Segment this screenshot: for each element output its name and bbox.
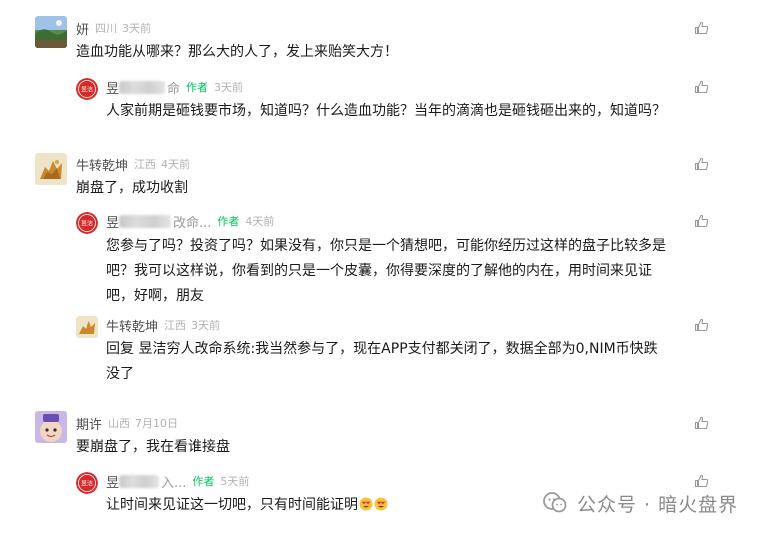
user-avatar[interactable] <box>76 316 98 338</box>
author-avatar[interactable]: 昱洁 <box>76 78 98 100</box>
heart-eyes-emoji-icon <box>374 495 388 511</box>
author-name[interactable]: 昱 <box>106 78 119 97</box>
like-icon[interactable] <box>694 213 710 229</box>
blurred-name <box>119 474 160 488</box>
blurred-name <box>119 214 172 228</box>
heart-eyes-emoji-icon <box>359 495 373 511</box>
author-tag: 作者 <box>217 215 240 228</box>
user-avatar[interactable] <box>35 153 67 185</box>
reply-meta: 昱 入... 作者 5天前 <box>106 472 250 491</box>
comment-meta: 期许 山西 7月10日 <box>76 414 179 433</box>
reply-text-line: 吧，好啊，朋友 <box>106 288 204 304</box>
reply-text-line: 没了 <box>106 366 134 382</box>
svg-text:昱洁: 昱洁 <box>81 480 93 488</box>
user-name[interactable]: 期许 <box>76 414 102 433</box>
user-avatar[interactable] <box>35 411 67 443</box>
reply-time: 3天前 <box>191 319 221 332</box>
svg-text:昱洁: 昱洁 <box>81 220 93 228</box>
comment-meta: 妍 四川 3天前 <box>76 19 152 38</box>
author-name[interactable]: 昱 <box>106 472 119 491</box>
reply-meta: 昱 改命... 作者 4天前 <box>106 212 275 231</box>
like-icon[interactable] <box>694 156 710 172</box>
comment-time: 4天前 <box>161 158 191 171</box>
author-name-tail: 改命... <box>173 215 212 231</box>
watermark: 公众号 · 暗火盘界 <box>541 488 738 518</box>
like-icon[interactable] <box>694 317 710 333</box>
comment-text: 造血功能从哪来？那么大的人了，发上来贻笑大方！ <box>76 44 398 60</box>
reply-text: 您参与了吗？投资了吗？如果没有，你只是一个猜想吧，可能你经历过这样的盘子比较多是… <box>106 234 666 309</box>
like-icon[interactable] <box>694 79 710 95</box>
like-icon[interactable] <box>694 473 710 489</box>
reply-time: 5天前 <box>220 475 250 488</box>
user-name[interactable]: 妍 <box>76 19 89 38</box>
reply-meta: 昱 命 作者 3天前 <box>106 78 244 97</box>
author-tag: 作者 <box>186 81 209 94</box>
reply-meta: 牛转乾坤 江西 3天前 <box>106 316 221 335</box>
like-icon[interactable] <box>694 20 710 36</box>
reply-text-line: 我当然参与了，现在APP支付都关闭了，数据全部为0,NIM币快跌 <box>255 341 658 357</box>
reply-text-line: 让时间来见证这一切吧，只有时间能证明 <box>106 497 358 513</box>
svg-text:昱洁: 昱洁 <box>81 86 93 94</box>
watermark-text: 公众号 · 暗火盘界 <box>577 493 739 516</box>
comment-time: 3天前 <box>122 22 152 35</box>
author-name[interactable]: 昱 <box>106 212 119 231</box>
comment-text: 要崩盘了，我在看谁接盘 <box>76 439 230 455</box>
author-name-tail: 入... <box>161 475 187 491</box>
blurred-name <box>119 80 166 94</box>
author-name-tail: 命 <box>167 81 181 97</box>
author-avatar[interactable]: 昱洁 <box>76 212 98 234</box>
author-avatar[interactable]: 昱洁 <box>76 472 98 494</box>
reply-text: 回复 昱洁穷人改命系统:我当然参与了，现在APP支付都关闭了，数据全部为0,NI… <box>106 337 658 387</box>
reply-time: 3天前 <box>214 81 244 94</box>
reply-text-line: 吧？我可以这样说，你看到的只是一个皮囊，你得要深度的了解他的内在，用时间来见证 <box>106 263 652 279</box>
reply-text: 让时间来见证这一切吧，只有时间能证明 <box>106 493 388 518</box>
reply-text: 人家前期是砸钱要市场，知道吗？什么造血功能？当年的滴滴也是砸钱砸出来的，知道吗？ <box>106 103 666 119</box>
user-avatar[interactable] <box>35 16 67 48</box>
comment-time: 7月10日 <box>135 417 179 430</box>
reply-time: 4天前 <box>245 215 275 228</box>
user-location: 江西 <box>134 158 157 171</box>
user-location: 江西 <box>164 319 187 332</box>
comment-meta: 牛转乾坤 江西 4天前 <box>76 155 191 174</box>
wechat-official-account-icon <box>543 492 567 513</box>
user-name[interactable]: 牛转乾坤 <box>76 155 128 174</box>
like-icon[interactable] <box>694 415 710 431</box>
comment-text: 崩盘了，成功收割 <box>76 180 188 196</box>
user-location: 四川 <box>95 22 118 35</box>
reply-text-line: 您参与了吗？投资了吗？如果没有，你只是一个猜想吧，可能你经历过这样的盘子比较多是 <box>106 238 666 254</box>
author-tag: 作者 <box>192 475 215 488</box>
reply-to-prefix[interactable]: 回复 昱洁穷人改命系统: <box>106 341 255 357</box>
user-location: 山西 <box>108 417 131 430</box>
user-name[interactable]: 牛转乾坤 <box>106 316 158 335</box>
